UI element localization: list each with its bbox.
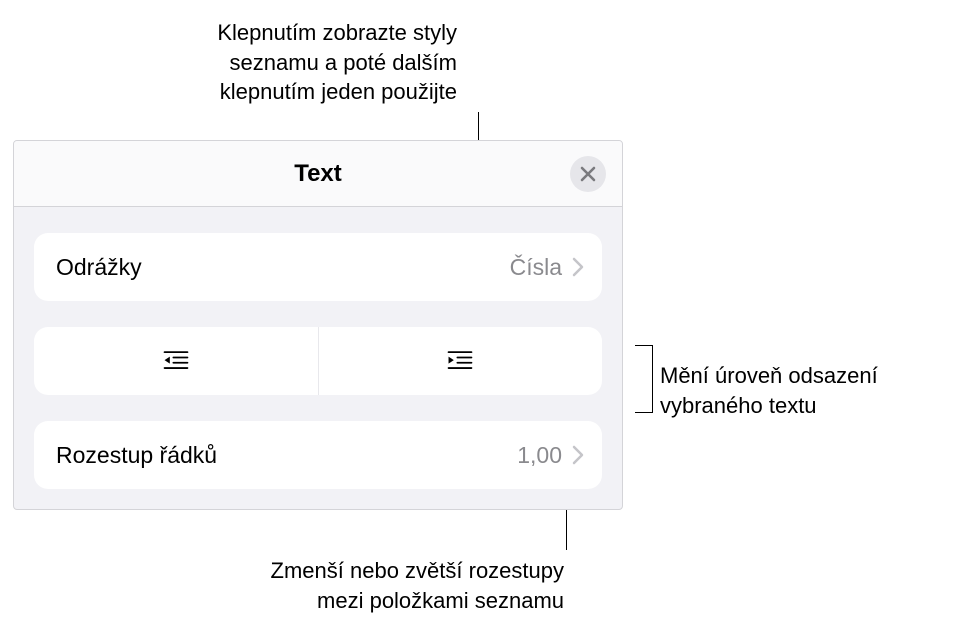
bullets-label: Odrážky <box>56 254 510 281</box>
indent-icon <box>445 347 475 375</box>
line-spacing-label: Rozestup řádků <box>56 442 517 469</box>
leader-bracket-right <box>635 345 653 413</box>
panel-title: Text <box>294 160 342 188</box>
bullets-value: Čísla <box>510 254 562 281</box>
chevron-right-icon <box>572 445 584 465</box>
callout-top: Klepnutím zobrazte styly seznamu a poté … <box>167 18 457 107</box>
chevron-right-icon <box>572 257 584 277</box>
outdent-button[interactable] <box>34 327 319 395</box>
line-spacing-value: 1,00 <box>517 442 562 469</box>
close-icon <box>580 166 596 182</box>
indent-button[interactable] <box>319 327 603 395</box>
line-spacing-row[interactable]: Rozestup řádků 1,00 <box>34 421 602 489</box>
close-button[interactable] <box>570 156 606 192</box>
outdent-icon <box>161 347 191 375</box>
text-format-panel: Text Odrážky Čísla <box>13 140 623 510</box>
bullets-row[interactable]: Odrážky Čísla <box>34 233 602 301</box>
panel-header: Text <box>14 141 622 207</box>
panel-body: Odrážky Čísla <box>14 207 622 489</box>
callout-bottom: Zmenší nebo zvětší rozestupymezi položka… <box>164 556 564 615</box>
indent-controls <box>34 327 602 395</box>
callout-right: Mění úroveň odsazenívybraného textu <box>660 361 878 420</box>
